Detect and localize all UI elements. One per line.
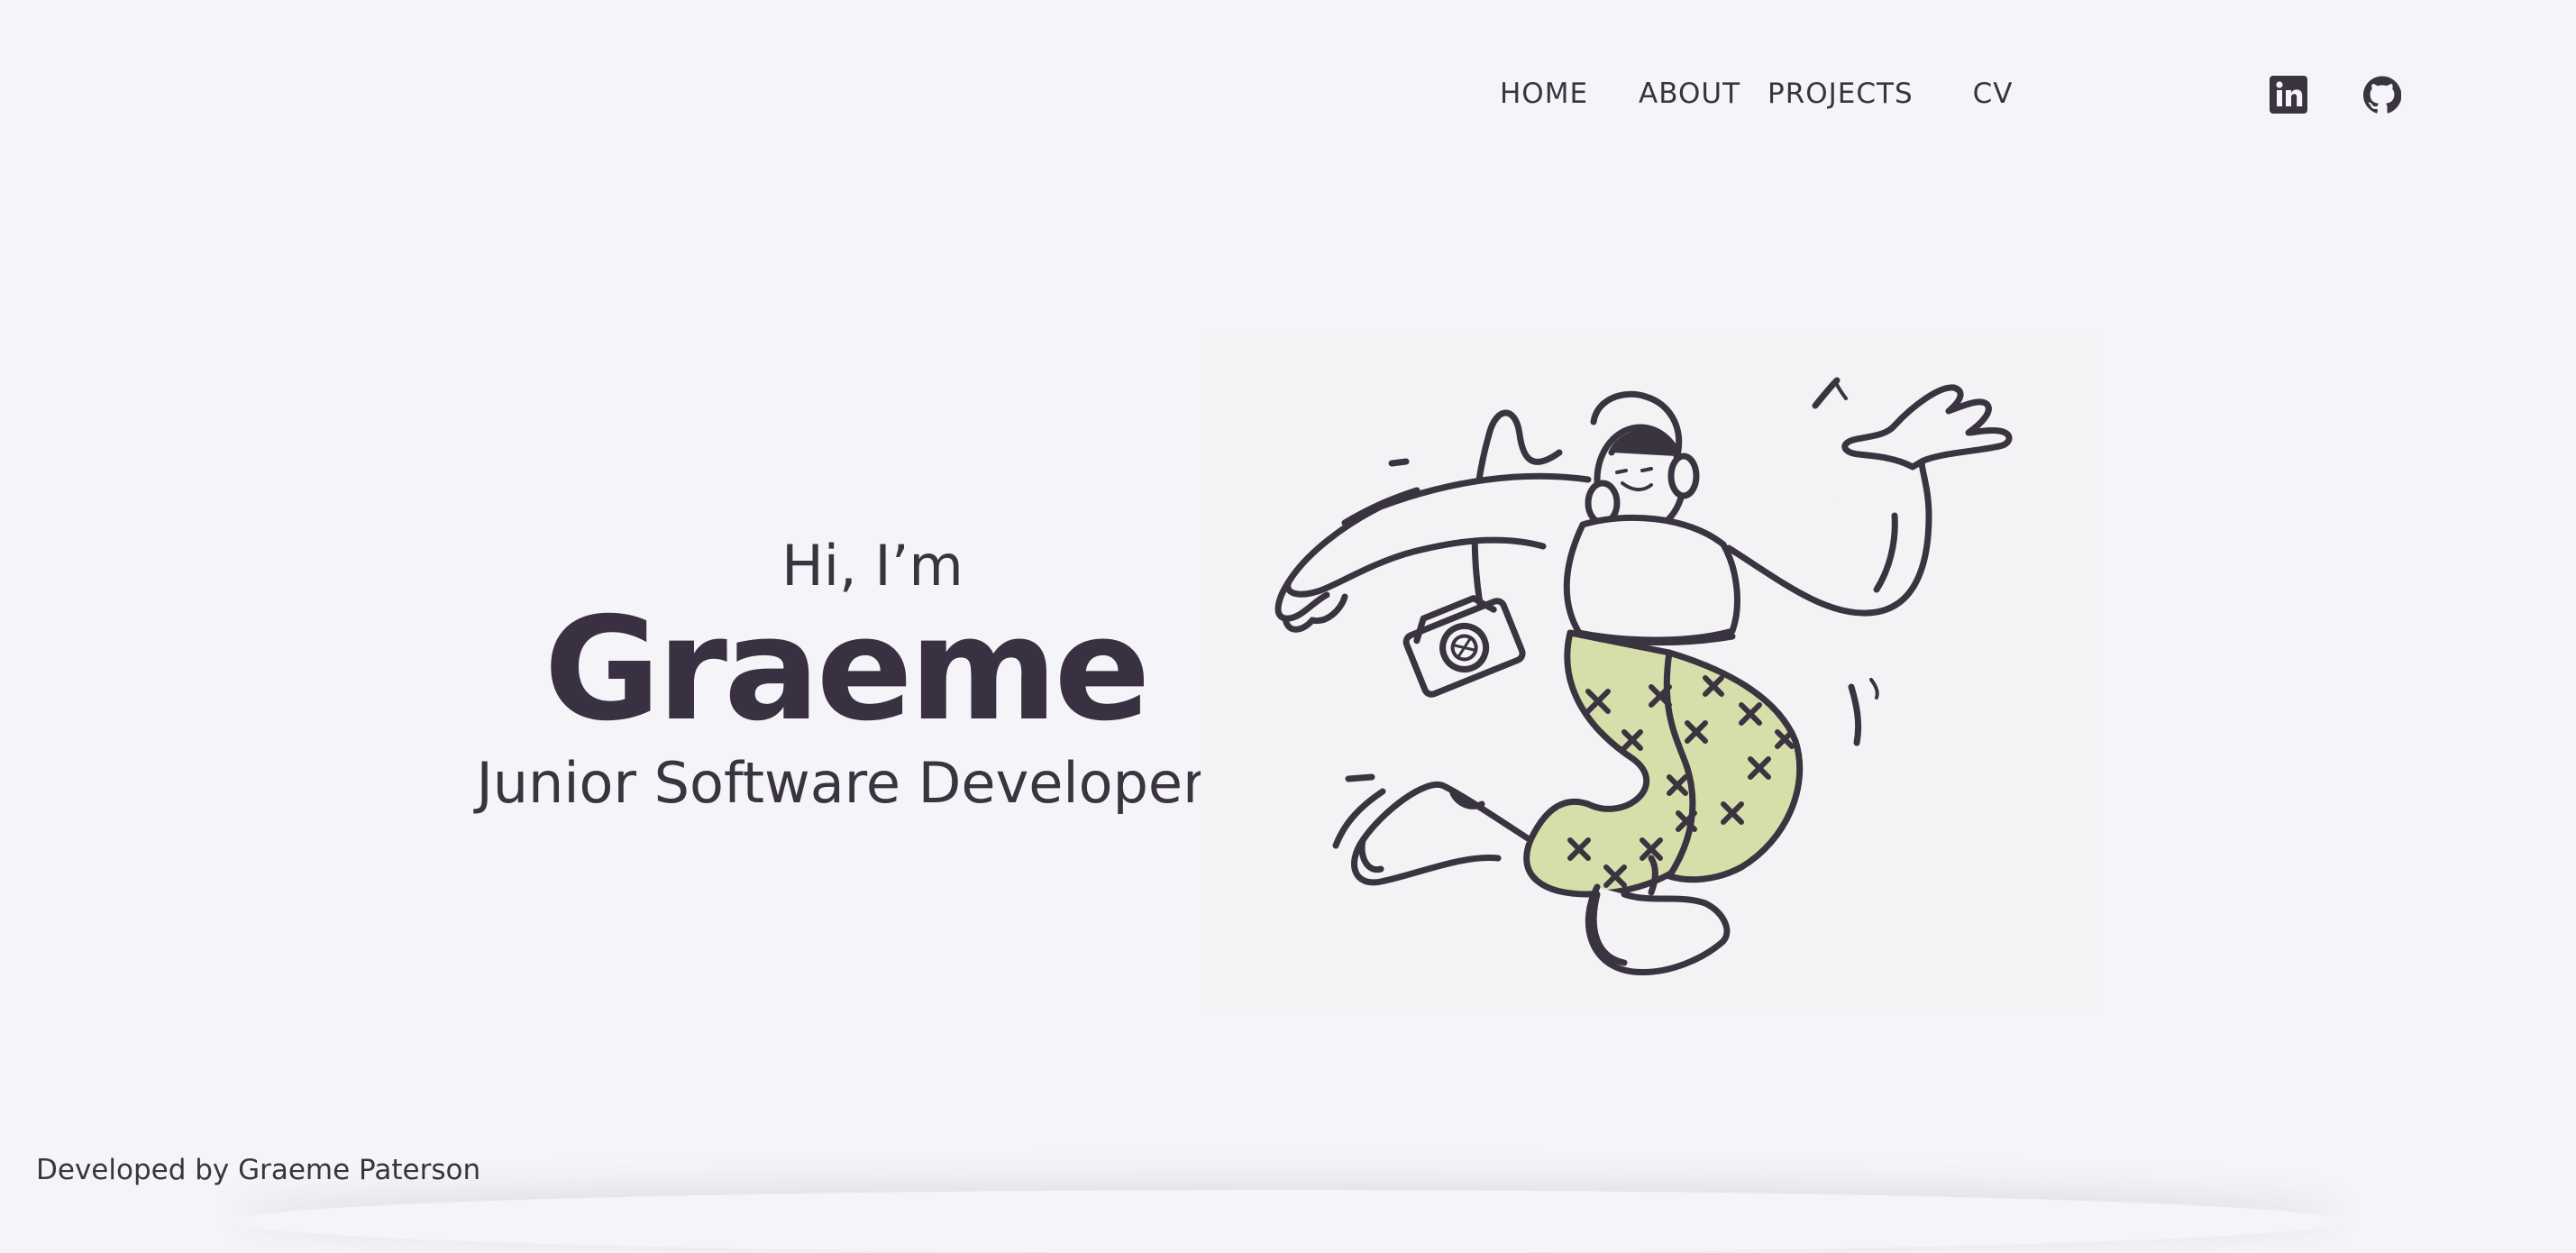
hero-role: Junior Software Developer [476, 750, 1206, 816]
hero-intro: Hi, I’m Graeme Junior Software Developer [476, 530, 1206, 824]
footer-credit: Developed by Graeme Paterson [36, 1154, 481, 1186]
github-icon[interactable] [2363, 76, 2401, 114]
nav-home-link[interactable]: HOME [1500, 74, 1588, 114]
main-nav: HOME ABOUT PROJECTS CV [1500, 74, 2014, 114]
social-links [2270, 76, 2401, 114]
linkedin-icon[interactable] [2270, 76, 2307, 114]
nav-about-link[interactable]: ABOUT [1639, 74, 1740, 114]
nav-cv-link[interactable]: CV [1973, 74, 2014, 114]
dancing-person-illustration [1201, 335, 2102, 1010]
hero-name: Graeme [544, 587, 1150, 753]
nav-projects-link[interactable]: PROJECTS [1768, 74, 1914, 114]
footer-shadow [234, 1190, 2342, 1253]
